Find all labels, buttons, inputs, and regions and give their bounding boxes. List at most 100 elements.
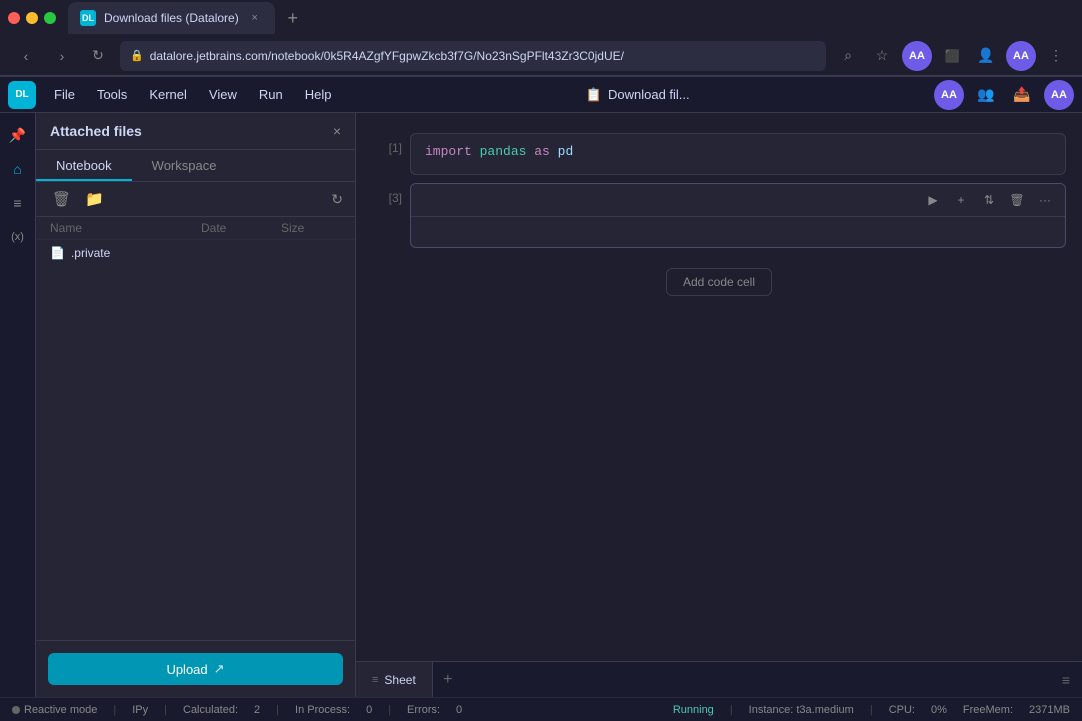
forward-btn[interactable]: ›	[48, 42, 76, 70]
add-code-cell-btn[interactable]: Add code cell	[666, 268, 772, 296]
bottom-menu-icon[interactable]: ≡	[1062, 672, 1070, 688]
menu-run[interactable]: Run	[249, 83, 293, 106]
upload-label: Upload	[166, 662, 207, 677]
panel-tabs: Notebook Workspace	[36, 150, 355, 182]
reactive-mode-dot	[12, 706, 20, 714]
calculated-label: Calculated:	[183, 704, 238, 716]
panel-footer: Upload ↗	[36, 640, 355, 697]
icon-sidebar: 📌 ⌂ ≡ (x)	[0, 113, 36, 697]
panel-close-btn[interactable]: ×	[333, 123, 341, 139]
address-bar: ‹ › ↻ 🔒 datalore.jetbrains.com/notebook/…	[0, 36, 1082, 76]
user-avatar-btn[interactable]: AA	[902, 41, 932, 71]
errors-label: Errors:	[407, 704, 440, 716]
move-cell-btn[interactable]: ⇅	[977, 188, 1001, 212]
bookmark-icon[interactable]: ☆	[868, 42, 896, 70]
menu-avatar2-btn[interactable]: AA	[1044, 80, 1074, 110]
file-icon: 📄	[50, 246, 65, 260]
keyword-as: as	[534, 144, 550, 159]
collab-icon[interactable]: 👥	[972, 81, 1000, 109]
tab-favicon: DL	[80, 10, 96, 26]
menu-tools[interactable]: Tools	[87, 83, 137, 106]
delete-cell-btn[interactable]: 🗑	[1005, 188, 1029, 212]
extensions-icon[interactable]: ⬛	[938, 42, 966, 70]
toolbar-refresh-btn[interactable]: ↻	[331, 191, 343, 208]
add-cell-above-btn[interactable]: +	[949, 188, 973, 212]
status-sep-6: |	[870, 704, 873, 716]
sheet-tabs: ≡ Sheet +	[356, 662, 1050, 698]
new-tab-btn[interactable]: +	[279, 4, 307, 32]
more-options-icon[interactable]: ⋮	[1042, 42, 1070, 70]
cell-content-1[interactable]: import pandas as pd	[411, 134, 1065, 174]
file-name: 📄 .private	[50, 246, 201, 260]
app-menubar: DL File Tools Kernel View Run Help 📋 Dow…	[0, 77, 1082, 113]
add-cell-area: Add code cell	[356, 252, 1082, 312]
menu-view[interactable]: View	[199, 83, 247, 106]
panel-toolbar: 🗑 📁 ↻	[36, 182, 355, 217]
app-logo[interactable]: DL	[8, 81, 36, 109]
user-icon[interactable]: 👤	[972, 42, 1000, 70]
bottom-right: ≡	[1050, 672, 1082, 688]
cell-body-2[interactable]: ▶ + ⇅ 🗑 ···	[410, 183, 1066, 248]
reactive-mode-label: Reactive mode	[24, 704, 97, 716]
menu-avatar-btn[interactable]: AA	[934, 80, 964, 110]
browser-tab-active[interactable]: DL Download files (Datalore) ×	[68, 2, 275, 34]
cpu-value: 0%	[931, 704, 947, 716]
traffic-lights	[8, 12, 56, 24]
more-cell-options-btn[interactable]: ···	[1033, 188, 1057, 212]
run-cell-btn[interactable]: ▶	[921, 188, 945, 212]
cell-wrapper-2: [3] ▶ + ⇅ 🗑 ···	[356, 179, 1082, 252]
cells-container: [1] import pandas as pd [3]	[356, 113, 1082, 661]
status-bar: Reactive mode | IPy | Calculated: 2 | In…	[0, 697, 1082, 721]
panel-header: Attached files ×	[36, 113, 355, 150]
sidebar-variable-icon[interactable]: (x)	[4, 223, 32, 251]
calculated-value: 2	[254, 704, 260, 716]
traffic-light-yellow[interactable]	[26, 12, 38, 24]
back-btn[interactable]: ‹	[12, 42, 40, 70]
reload-btn[interactable]: ↻	[84, 42, 112, 70]
menu-kernel[interactable]: Kernel	[139, 83, 197, 106]
menu-right: AA 👥 📤 AA	[934, 80, 1074, 110]
file-row[interactable]: 📄 .private	[36, 240, 355, 266]
sheet-tab-1[interactable]: ≡ Sheet	[356, 662, 433, 698]
sidebar-list-icon[interactable]: ≡	[4, 189, 32, 217]
share-icon[interactable]: 📤	[1008, 81, 1036, 109]
sheet-tab-icon: ≡	[372, 674, 378, 686]
main-area: 📌 ⌂ ≡ (x) Attached files × Notebook Work…	[0, 113, 1082, 697]
add-sheet-btn[interactable]: +	[433, 665, 463, 695]
status-sep-2: |	[164, 704, 167, 716]
tab-notebook[interactable]: Notebook	[36, 150, 132, 181]
upload-button[interactable]: Upload ↗	[48, 653, 343, 685]
tab-title: Download files (Datalore)	[104, 11, 239, 25]
col-date: Date	[201, 221, 281, 235]
sidebar-home-icon[interactable]: ⌂	[4, 155, 32, 183]
secondary-avatar-btn[interactable]: AA	[1006, 41, 1036, 71]
search-icon[interactable]: ⌕	[834, 42, 862, 70]
toolbar-delete-btn[interactable]: 🗑	[48, 188, 75, 210]
url-bar[interactable]: 🔒 datalore.jetbrains.com/notebook/0k5R4A…	[120, 41, 826, 71]
keyword-import: import	[425, 144, 472, 159]
col-size: Size	[281, 221, 341, 235]
menu-help[interactable]: Help	[295, 83, 342, 106]
menu-file[interactable]: File	[44, 83, 85, 106]
app-container: DL File Tools Kernel View Run Help 📋 Dow…	[0, 77, 1082, 721]
sheet-tab-label: Sheet	[384, 673, 415, 687]
panel-title: Attached files	[50, 123, 142, 139]
status-sep-1: |	[113, 704, 116, 716]
browser-chrome: DL Download files (Datalore) × + ‹ › ↻ 🔒…	[0, 0, 1082, 77]
toolbar-folder-btn[interactable]: 📁	[81, 188, 108, 210]
freemem-label: FreeMem:	[963, 704, 1013, 716]
cell-content-2[interactable]	[411, 217, 1065, 247]
lock-icon: 🔒	[130, 49, 144, 62]
cell-body-1[interactable]: import pandas as pd	[410, 133, 1066, 175]
sidebar-pin-icon[interactable]: 📌	[4, 121, 32, 149]
reactive-mode-item: Reactive mode	[12, 704, 97, 716]
traffic-light-red[interactable]	[8, 12, 20, 24]
tab-workspace[interactable]: Workspace	[132, 150, 237, 181]
errors-value: 0	[456, 704, 462, 716]
tab-close-btn[interactable]: ×	[247, 10, 263, 26]
traffic-light-green[interactable]	[44, 12, 56, 24]
notebook-icon: 📋	[586, 87, 602, 103]
notebook-area: [1] import pandas as pd [3]	[356, 113, 1082, 697]
browser-toolbar-icons: ⌕ ☆ AA ⬛ 👤 AA ⋮	[834, 41, 1070, 71]
freemem-value: 2371MB	[1029, 704, 1070, 716]
